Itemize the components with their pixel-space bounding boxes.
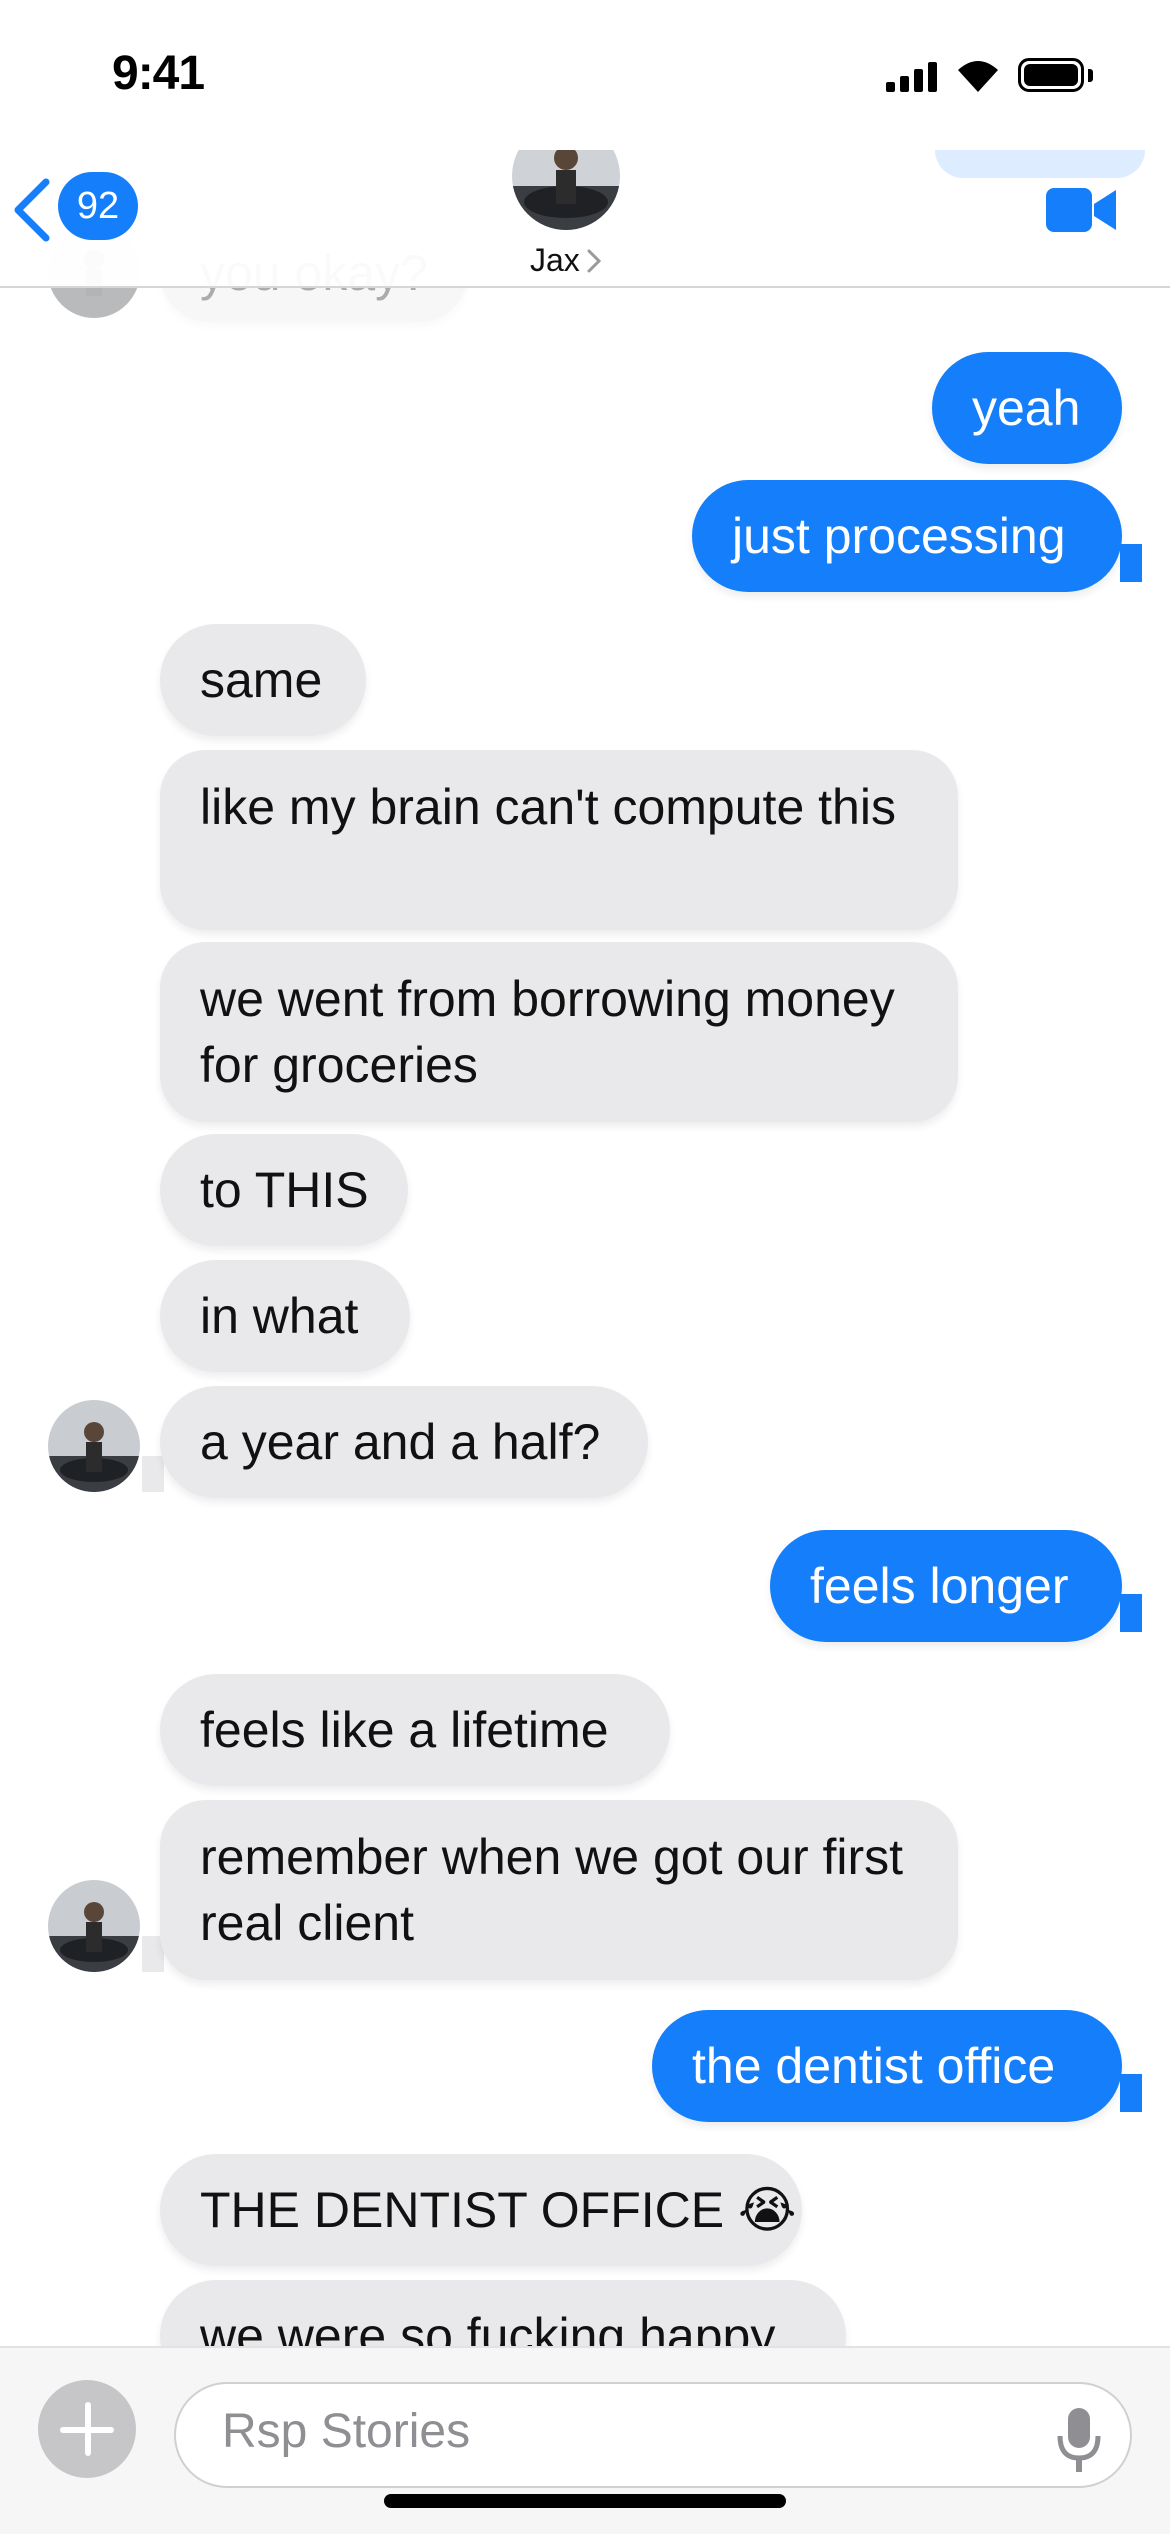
conversation-header: 92 Jax: [0, 122, 1170, 288]
message-thread: you okay? yeah just processing same like…: [0, 0, 1170, 2532]
bubble-tail: [1120, 1594, 1142, 1632]
contact-name[interactable]: Jax: [530, 242, 580, 279]
message-bubble-outgoing[interactable]: the dentist office: [652, 2010, 1122, 2122]
signal-icon: [886, 62, 938, 92]
message-input-placeholder: Rsp Stories: [222, 2405, 471, 2458]
message-bubble-outgoing[interactable]: yeah: [932, 352, 1122, 464]
battery-icon: [1018, 58, 1094, 94]
message-bubble-incoming[interactable]: we went from borrowing money for groceri…: [160, 942, 958, 1122]
wifi-icon: [958, 61, 998, 92]
contact-avatar[interactable]: [48, 1400, 140, 1492]
bubble-tail: [1120, 544, 1142, 582]
message-bubble-incoming[interactable]: feels like a lifetime: [160, 1674, 670, 1786]
message-bubble-incoming[interactable]: same: [160, 624, 366, 736]
bubble-tail: [1120, 2074, 1142, 2112]
unread-count-badge[interactable]: 92: [58, 172, 138, 240]
plus-icon[interactable]: [38, 2380, 136, 2478]
message-bubble-incoming[interactable]: a year and a half?: [160, 1386, 648, 1498]
chevron-right-icon[interactable]: [586, 248, 602, 274]
message-bubble-incoming[interactable]: like my brain can't compute this: [160, 750, 958, 930]
message-bubble-incoming[interactable]: in what: [160, 1260, 410, 1372]
contact-avatar[interactable]: [48, 1880, 140, 1972]
message-input[interactable]: Rsp Stories: [174, 2382, 1132, 2488]
scrolled-bubble-edge: [935, 150, 1145, 178]
message-bubble-incoming[interactable]: to THIS: [160, 1134, 408, 1246]
home-indicator: [384, 2494, 786, 2508]
message-bubble-incoming[interactable]: remember when we got our first real clie…: [160, 1800, 958, 1980]
message-bubble-outgoing[interactable]: feels longer: [770, 1530, 1122, 1642]
status-bar: 9:41: [0, 0, 1170, 150]
video-call-icon[interactable]: [1044, 184, 1118, 236]
microphone-icon[interactable]: [1054, 2406, 1104, 2476]
message-bubble-outgoing[interactable]: just processing: [692, 480, 1122, 592]
bubble-tail: [142, 1456, 164, 1492]
status-time: 9:41: [112, 47, 205, 100]
back-chevron-icon[interactable]: [10, 178, 54, 242]
message-bubble-incoming[interactable]: THE DENTIST OFFICE 😭: [160, 2154, 802, 2266]
